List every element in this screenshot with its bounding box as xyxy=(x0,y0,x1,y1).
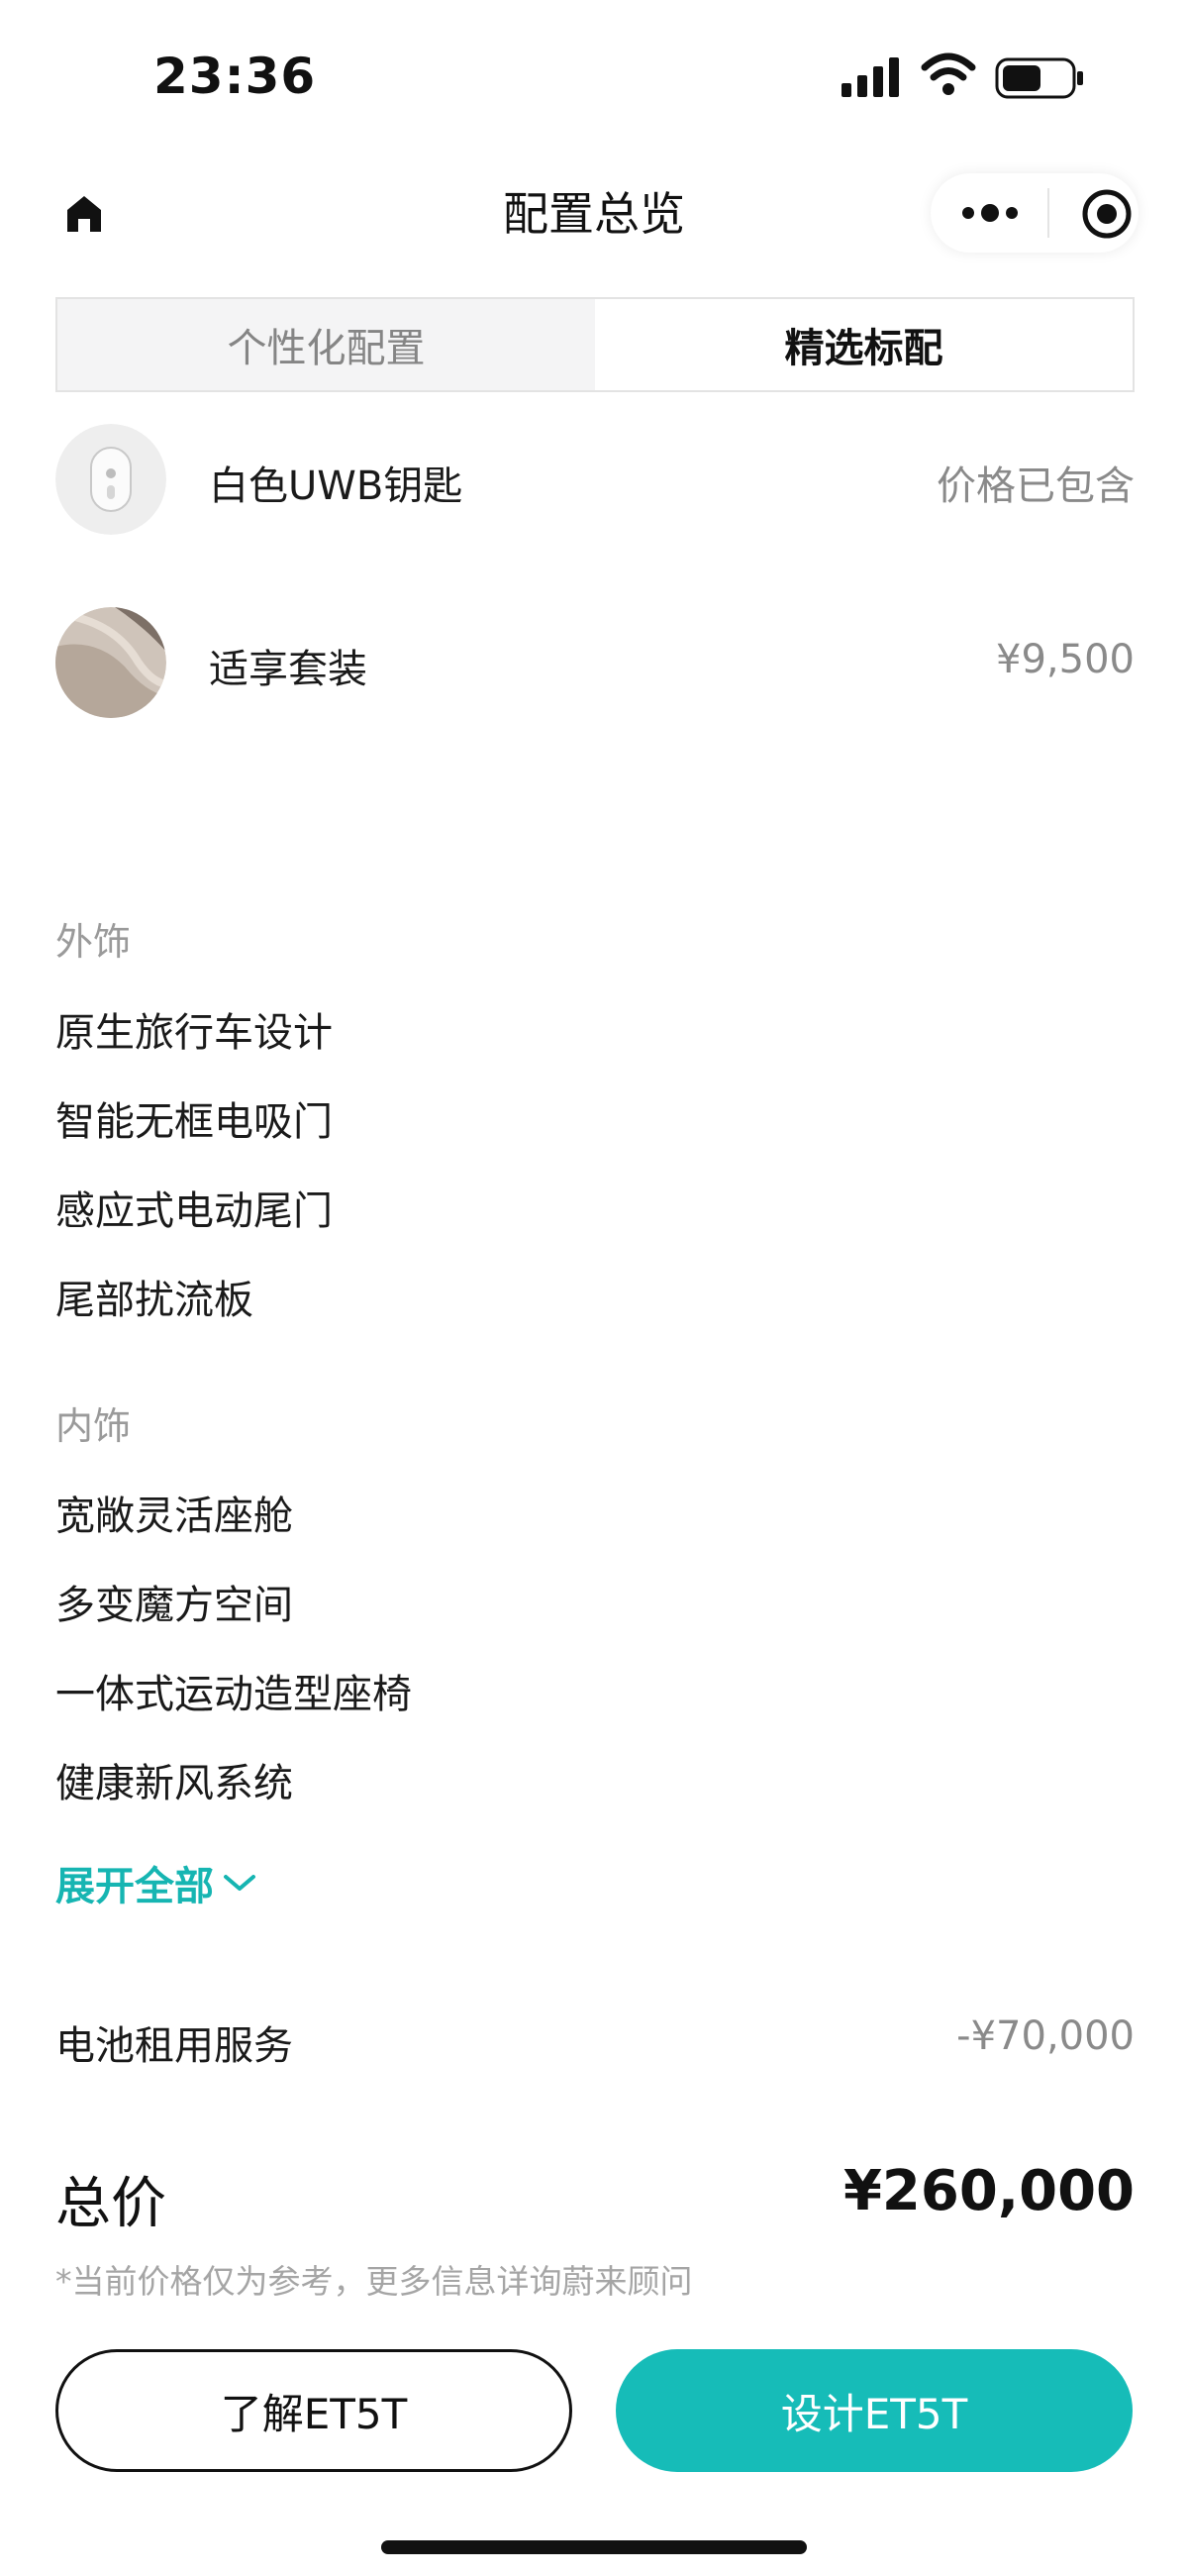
item-name: 适享套装 xyxy=(209,647,367,692)
capsule-divider xyxy=(1047,188,1049,238)
item-price: ¥9,500 xyxy=(996,637,1135,682)
expand-all-label: 展开全部 xyxy=(55,1864,214,1909)
expand-all-link[interactable]: 展开全部 xyxy=(55,1854,257,1911)
section-title-interior: 内饰 xyxy=(55,1404,132,1448)
total-price: ¥260,000 xyxy=(842,2159,1135,2223)
item-price: 价格已包含 xyxy=(937,464,1135,509)
feature-item: 健康新风系统 xyxy=(55,1761,293,1806)
more-icon[interactable] xyxy=(955,193,1025,233)
tab-personalized[interactable]: 个性化配置 xyxy=(57,299,595,390)
section-title-exterior: 外饰 xyxy=(55,920,132,964)
home-indicator[interactable] xyxy=(381,2540,807,2554)
chevron-down-icon xyxy=(224,1875,255,1891)
close-miniprogram-icon[interactable] xyxy=(1079,186,1135,242)
wifi-icon xyxy=(921,52,976,95)
battery-icon xyxy=(995,57,1083,99)
list-item: 白色UWB钥匙 价格已包含 xyxy=(55,424,1135,535)
status-time: 23:36 xyxy=(153,48,317,105)
feature-item: 原生旅行车设计 xyxy=(55,1010,333,1056)
battery-rental-label: 电池租用服务 xyxy=(55,2023,293,2069)
seat-package-thumbnail xyxy=(55,607,166,718)
total-label: 总价 xyxy=(55,2172,166,2236)
feature-item: 感应式电动尾门 xyxy=(55,1188,333,1234)
feature-item: 智能无框电吸门 xyxy=(55,1099,333,1145)
feature-item: 宽敞灵活座舱 xyxy=(55,1494,293,1539)
item-name: 白色UWB钥匙 xyxy=(209,464,463,509)
list-item: 适享套装 ¥9,500 xyxy=(55,607,1135,718)
cellular-signal-icon xyxy=(842,57,899,97)
battery-rental-price: -¥70,000 xyxy=(956,2013,1135,2059)
feature-item: 多变魔方空间 xyxy=(55,1583,293,1628)
tab-standard[interactable]: 精选标配 xyxy=(595,299,1133,390)
feature-item: 一体式运动造型座椅 xyxy=(55,1672,412,1717)
feature-item: 尾部扰流板 xyxy=(55,1278,253,1323)
learn-et5t-button[interactable]: 了解ET5T xyxy=(55,2349,572,2472)
config-tabs: 个性化配置 精选标配 xyxy=(55,297,1135,392)
design-et5t-button[interactable]: 设计ET5T xyxy=(616,2349,1133,2472)
white-key-fob-thumbnail xyxy=(55,424,166,535)
price-disclaimer: *当前价格仅为参考，更多信息详询蔚来顾问 xyxy=(55,2262,693,2301)
